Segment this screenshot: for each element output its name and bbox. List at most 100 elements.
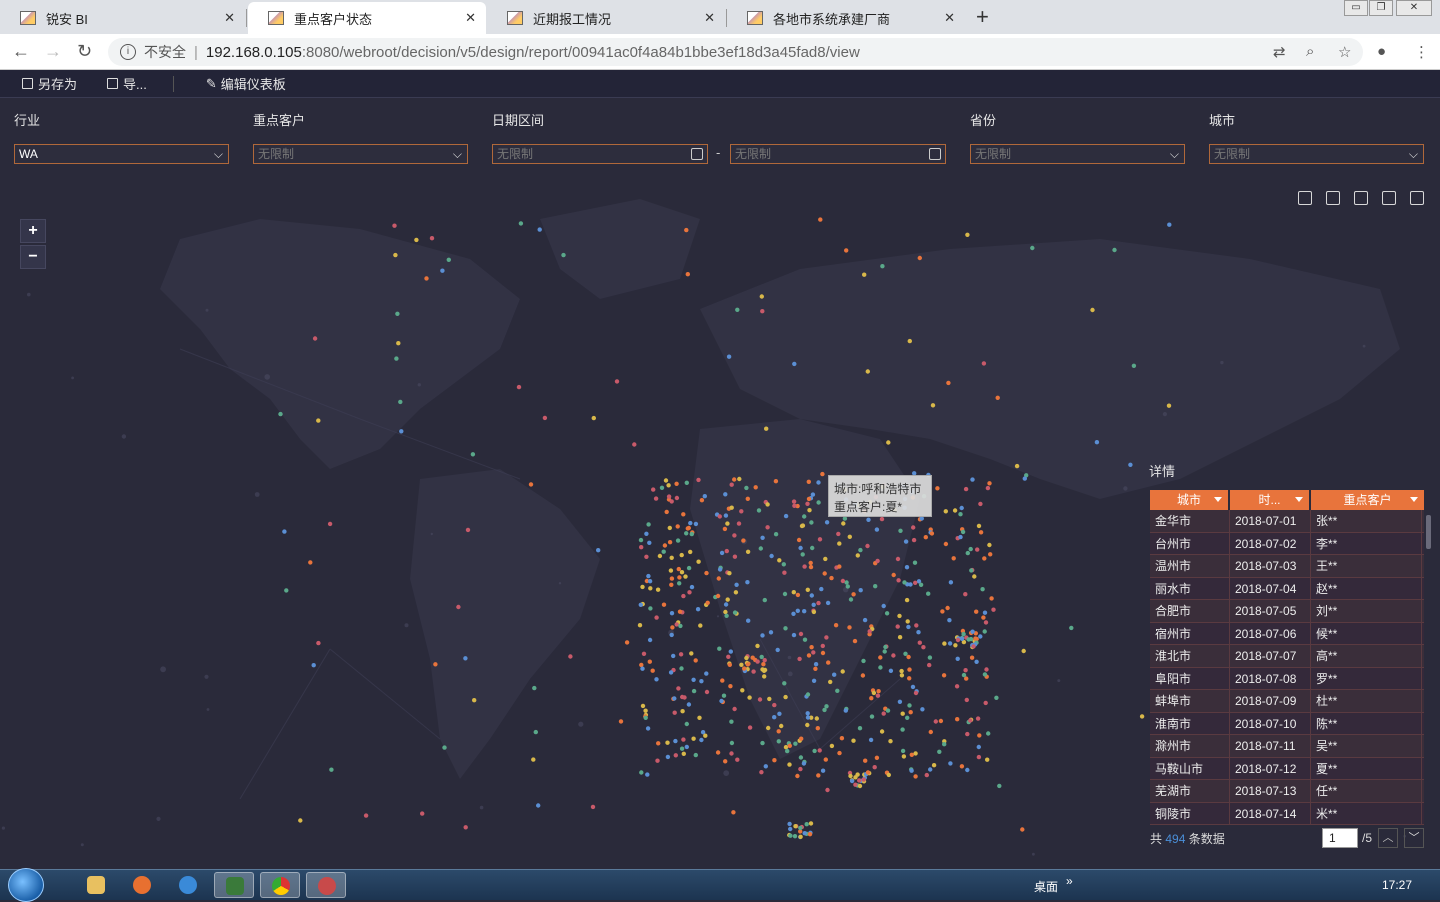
customer-point[interactable]	[800, 552, 805, 557]
customer-point[interactable]	[913, 774, 918, 779]
customer-point[interactable]	[777, 711, 782, 716]
customer-point[interactable]	[327, 521, 333, 527]
customer-point[interactable]	[840, 578, 846, 584]
table-row[interactable]: 蚌埠市 2018-07-09 杜**	[1150, 690, 1424, 713]
customer-point[interactable]	[930, 403, 936, 408]
customer-point[interactable]	[808, 821, 814, 826]
customer-point[interactable]	[907, 667, 912, 672]
customer-point[interactable]	[769, 553, 774, 559]
customer-point[interactable]	[947, 618, 952, 623]
customer-point[interactable]	[928, 767, 933, 772]
customer-point[interactable]	[935, 486, 940, 491]
customer-point[interactable]	[837, 750, 842, 756]
customer-point[interactable]	[663, 478, 669, 483]
customer-point[interactable]	[282, 529, 287, 534]
customer-point[interactable]	[783, 745, 789, 750]
bookmark-star-icon[interactable]: ☆	[1338, 43, 1351, 61]
customer-point[interactable]	[940, 609, 945, 614]
customer-point[interactable]	[683, 574, 688, 579]
customer-point[interactable]	[735, 757, 740, 762]
customer-point[interactable]	[463, 825, 468, 830]
customer-point[interactable]	[1090, 307, 1095, 313]
customer-point[interactable]	[662, 543, 668, 548]
customer-point[interactable]	[414, 237, 419, 243]
customer-point[interactable]	[909, 768, 914, 773]
customer-point[interactable]	[959, 505, 964, 511]
customer-point[interactable]	[913, 580, 918, 585]
customer-point[interactable]	[797, 656, 802, 662]
customer-point[interactable]	[747, 695, 752, 700]
customer-point[interactable]	[764, 426, 769, 431]
customer-point[interactable]	[867, 629, 872, 634]
customer-point[interactable]	[937, 749, 942, 754]
customer-point[interactable]	[874, 527, 880, 532]
customer-point[interactable]	[858, 588, 863, 593]
customer-point[interactable]	[680, 709, 685, 714]
column-header-date[interactable]: 时...	[1230, 490, 1309, 510]
reload-button[interactable]: ↻	[77, 41, 92, 62]
customer-point[interactable]	[805, 501, 810, 506]
customer-point[interactable]	[884, 611, 890, 616]
customer-point[interactable]	[879, 516, 885, 522]
customer-point[interactable]	[723, 492, 728, 497]
customer-point[interactable]	[684, 531, 689, 536]
customer-point[interactable]	[398, 399, 403, 405]
customer-point[interactable]	[723, 759, 728, 764]
customer-point[interactable]	[829, 743, 835, 749]
customer-point[interactable]	[532, 685, 537, 691]
customer-point[interactable]	[744, 655, 749, 661]
customer-point[interactable]	[762, 674, 767, 679]
customer-point[interactable]	[891, 572, 896, 578]
customer-point[interactable]	[791, 590, 796, 595]
customer-point[interactable]	[695, 607, 701, 612]
customer-point[interactable]	[669, 582, 674, 587]
customer-point[interactable]	[1131, 363, 1137, 368]
customer-point[interactable]	[1094, 440, 1100, 445]
customer-point[interactable]	[792, 834, 798, 839]
customer-point[interactable]	[762, 658, 767, 663]
customer-point[interactable]	[961, 672, 967, 678]
customer-point[interactable]	[699, 737, 704, 743]
table-row[interactable]: 温州市 2018-07-03 王**	[1150, 555, 1424, 578]
customer-point[interactable]	[639, 545, 644, 550]
customer-point[interactable]	[674, 481, 679, 486]
customer-point[interactable]	[960, 529, 966, 535]
customer-point[interactable]	[920, 707, 925, 712]
customer-point[interactable]	[760, 740, 765, 746]
customer-point[interactable]	[941, 673, 947, 678]
customer-point[interactable]	[799, 736, 804, 741]
customer-point[interactable]	[681, 593, 686, 599]
customer-point[interactable]	[788, 826, 793, 832]
customer-point[interactable]	[816, 600, 821, 606]
customer-point[interactable]	[811, 650, 816, 655]
customer-point[interactable]	[732, 477, 737, 482]
customer-point[interactable]	[677, 609, 683, 614]
customer-point[interactable]	[329, 767, 334, 772]
customer-point[interactable]	[740, 688, 745, 693]
customer-point[interactable]	[736, 521, 742, 526]
customer-point[interactable]	[879, 729, 885, 734]
customer-point[interactable]	[989, 596, 994, 601]
customer-point[interactable]	[688, 520, 693, 526]
customer-point[interactable]	[679, 746, 685, 751]
customer-point[interactable]	[693, 521, 699, 527]
customer-point[interactable]	[841, 521, 846, 526]
customer-point[interactable]	[826, 660, 831, 665]
customer-point[interactable]	[782, 681, 787, 686]
customer-point[interactable]	[757, 697, 763, 702]
customer-point[interactable]	[903, 651, 908, 656]
customer-point[interactable]	[648, 586, 653, 591]
zoom-in-button[interactable]: +	[20, 219, 46, 243]
customer-point[interactable]	[758, 546, 763, 551]
customer-point[interactable]	[750, 655, 755, 660]
zoom-icon[interactable]: ⌕	[1306, 43, 1314, 60]
customer-point[interactable]	[650, 668, 655, 673]
customer-point[interactable]	[638, 602, 643, 607]
customer-point[interactable]	[691, 688, 697, 694]
customer-point[interactable]	[958, 512, 963, 517]
edit-dashboard-button[interactable]: ✎ 编辑仪表板	[206, 74, 286, 93]
customer-point[interactable]	[817, 748, 822, 753]
customer-point[interactable]	[966, 637, 971, 642]
customer-point[interactable]	[955, 656, 960, 661]
customer-point[interactable]	[971, 644, 976, 649]
